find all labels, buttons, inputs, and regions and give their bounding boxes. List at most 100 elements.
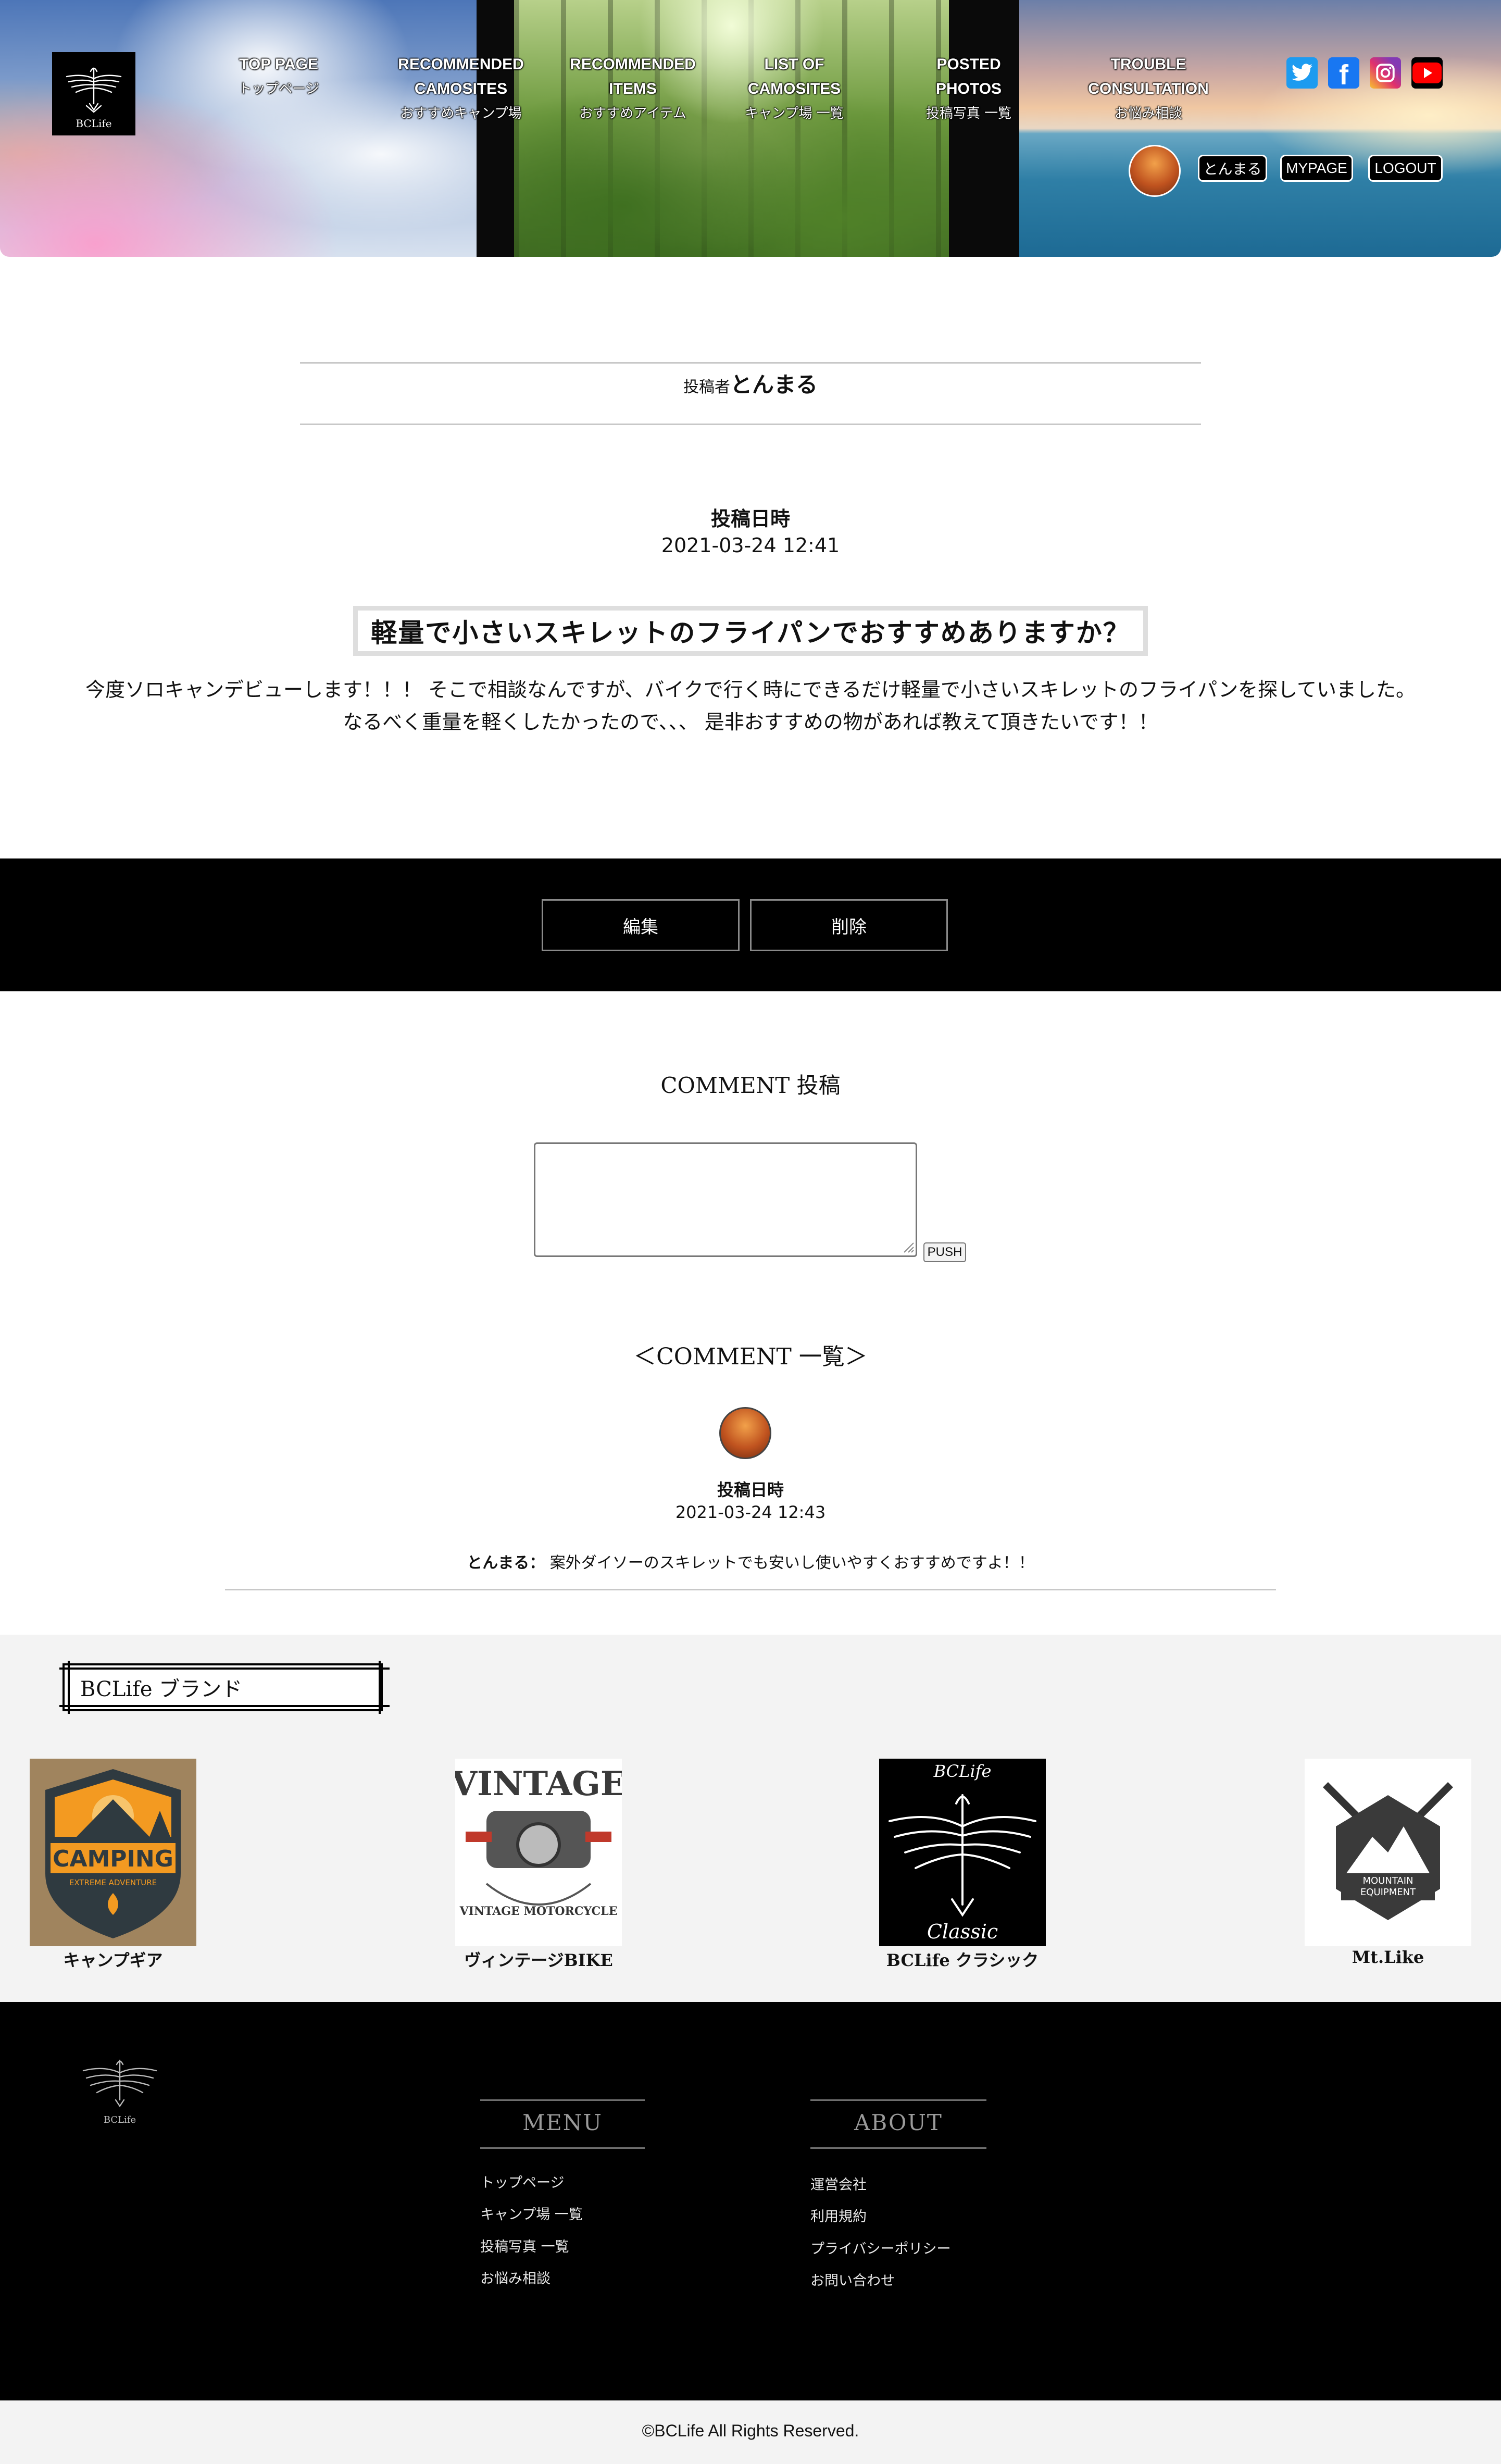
- corner-tick: [59, 1705, 390, 1707]
- footer-link-terms[interactable]: 利用規約: [810, 2205, 867, 2225]
- author-name: とんまる: [730, 372, 818, 397]
- post-title: 軽量で小さいスキレットのフライパンでおすすめありますか？: [353, 606, 1148, 656]
- nav-label-jp: キャンプ場 一覧: [745, 106, 844, 121]
- post-body-line: なるべく重量を軽くしたかったので、、、 是非おすすめの物があれば教えて頂きたいで…: [343, 711, 1158, 733]
- post-body-line: 今度ソロキャンデビューします！！！ そこで相談なんですが、バイクで行く時にできる…: [85, 678, 1416, 701]
- footer-link-company[interactable]: 運営会社: [810, 2173, 867, 2194]
- badge-subtext: VINTAGE MOTORCYCLE: [459, 1905, 618, 1918]
- instagram-icon: [1376, 64, 1395, 82]
- brand-mountain-image[interactable]: MOUNTAIN EQUIPMENT: [1305, 1759, 1471, 1946]
- brand-label[interactable]: BCLife クラシック: [858, 1947, 1067, 1971]
- nav-label-en: TOP PAGE: [239, 56, 318, 73]
- site-footer: [0, 2002, 1501, 2400]
- footer-link-campsites[interactable]: キャンプ場 一覧: [480, 2203, 583, 2223]
- badge-subtext: EXTREME ADVENTURE: [69, 1878, 157, 1887]
- site-header: [0, 0, 1501, 257]
- post-date: 2021-03-24 12:41: [661, 534, 840, 557]
- user-name-button[interactable]: とんまる: [1198, 155, 1267, 182]
- post-author: 投稿者とんまる: [300, 367, 1201, 399]
- nav-label-en: TROUBLE CONSULTATION: [1088, 56, 1209, 97]
- comment-textarea[interactable]: [534, 1142, 917, 1257]
- comment-avatar[interactable]: [719, 1407, 771, 1459]
- logo-text: BCLife: [76, 117, 112, 130]
- post-date-label: 投稿日時: [710, 507, 790, 530]
- nav-label-en: POSTED PHOTOS: [935, 56, 1002, 97]
- brand-label[interactable]: Mt.Like: [1284, 1947, 1492, 1967]
- brand-label[interactable]: キャンプギア: [9, 1947, 217, 1971]
- camping-badge-icon: CAMPING EXTREME ADVENTURE: [45, 1769, 181, 1938]
- delete-button[interactable]: 削除: [750, 899, 948, 951]
- author-prefix: 投稿者: [683, 378, 730, 396]
- edit-button[interactable]: 編集: [542, 899, 740, 951]
- comment-author: とんまる：: [467, 1554, 545, 1572]
- badge-text: MOUNTAIN: [1362, 1875, 1413, 1886]
- post-body: 今度ソロキャンデビューします！！！ そこで相談なんですが、バイクで行く時にできる…: [31, 674, 1470, 738]
- badge-text: VINTAGE: [455, 1764, 622, 1803]
- facebook-icon: f: [1339, 59, 1348, 91]
- vintage-motorcycle-icon: VINTAGE VINTAGE MOTORCYCLE: [455, 1764, 622, 1918]
- nav-label-jp: トップページ: [238, 81, 319, 97]
- nav-trouble-consultation[interactable]: TROUBLE CONSULTATION お悩み相談: [1068, 52, 1229, 124]
- brand-classic-image[interactable]: BCLife Classic: [879, 1759, 1046, 1946]
- nav-top-page[interactable]: TOP PAGE トップページ: [208, 52, 349, 99]
- brand-camping-image[interactable]: CAMPING EXTREME ADVENTURE: [30, 1759, 196, 1946]
- bird-logo-icon: BCLife: [82, 2059, 157, 2125]
- twitter-icon: [1292, 64, 1312, 81]
- corner-tick: [59, 1667, 390, 1670]
- divider: [810, 2099, 986, 2101]
- mypage-button[interactable]: MYPAGE: [1280, 155, 1353, 182]
- site-logo[interactable]: BCLife: [52, 52, 135, 135]
- nav-recommended-items[interactable]: RECOMMENDED ITEMS おすすめアイテム: [557, 52, 708, 124]
- footer-link-privacy[interactable]: プライバシーポリシー: [810, 2237, 950, 2258]
- push-button[interactable]: PUSH: [923, 1242, 966, 1262]
- divider: [810, 2147, 986, 2149]
- footer-link-consultation[interactable]: お悩み相談: [480, 2267, 551, 2287]
- badge-subtext: EQUIPMENT: [1360, 1887, 1416, 1898]
- comment-date-label: 投稿日時: [717, 1480, 784, 1500]
- divider: [480, 2099, 645, 2101]
- badge-text: CAMPING: [53, 1846, 173, 1872]
- brand-heading: BCLife ブランド: [62, 1663, 383, 1711]
- bird-logo-icon: BCLife Classic: [889, 1761, 1036, 1943]
- user-avatar[interactable]: [1129, 145, 1181, 197]
- header-sea-image: [1019, 0, 1501, 257]
- divider: [225, 1589, 1276, 1590]
- nav-label-jp: 投稿写真 一覧: [925, 106, 1012, 121]
- logout-button[interactable]: LOGOUT: [1368, 155, 1443, 182]
- nav-posted-photos[interactable]: POSTED PHOTOS 投稿写真 一覧: [909, 52, 1029, 124]
- resize-grip-icon[interactable]: [901, 1240, 916, 1254]
- comment-form-heading: COMMENT 投稿: [660, 1073, 841, 1098]
- bird-logo-icon: [66, 67, 122, 113]
- nav-label-jp: おすすめキャンプ場: [400, 106, 522, 121]
- footer-link-contact[interactable]: お問い合わせ: [810, 2269, 895, 2289]
- comment-date: 2021-03-24 12:43: [675, 1502, 826, 1522]
- youtube-link[interactable]: [1411, 57, 1443, 89]
- copyright-text: ©BCLife All Rights Reserved.: [642, 2421, 859, 2440]
- badge-text: BCLife: [933, 1761, 992, 1781]
- footer-logo[interactable]: BCLife: [73, 2050, 167, 2133]
- footer-logo-text: BCLife: [104, 2114, 136, 2125]
- footer-link-top-page[interactable]: トップページ: [480, 2171, 564, 2192]
- instagram-link[interactable]: [1370, 57, 1401, 89]
- youtube-icon: [1412, 63, 1442, 83]
- header-divider: [949, 0, 1019, 257]
- comment-text-row: とんまる： 案外ダイソーのスキレットでも安いし使いやすくおすすめですよ！！: [0, 1550, 1501, 1573]
- divider: [300, 424, 1201, 425]
- nav-label-en: LIST OF CAMOSITES: [747, 56, 841, 97]
- comment-text: 案外ダイソーのスキレットでも安いし使いやすくおすすめですよ！！: [549, 1554, 1034, 1572]
- facebook-link[interactable]: f: [1328, 57, 1359, 91]
- nav-list-of-campsites[interactable]: LIST OF CAMOSITES キャンプ場 一覧: [724, 52, 865, 124]
- comment-list-heading: ＜COMMENT 一覧＞: [633, 1343, 868, 1370]
- nav-label-en: RECOMMENDED CAMOSITES: [398, 56, 524, 97]
- brand-label[interactable]: ヴィンテージBIKE: [434, 1947, 643, 1971]
- header-divider: [477, 0, 514, 257]
- badge-subtext: Classic: [927, 1920, 998, 1943]
- brand-vintage-image[interactable]: VINTAGE VINTAGE MOTORCYCLE: [455, 1759, 622, 1946]
- nav-label-en: RECOMMENDED ITEMS: [570, 56, 696, 97]
- divider: [480, 2147, 645, 2149]
- nav-label-jp: お悩み相談: [1114, 106, 1182, 121]
- nav-recommended-campsites[interactable]: RECOMMENDED CAMOSITES おすすめキャンプ場: [385, 52, 536, 124]
- twitter-link[interactable]: [1286, 57, 1318, 89]
- footer-link-photos[interactable]: 投稿写真 一覧: [480, 2235, 569, 2256]
- nav-label-jp: おすすめアイテム: [579, 106, 686, 121]
